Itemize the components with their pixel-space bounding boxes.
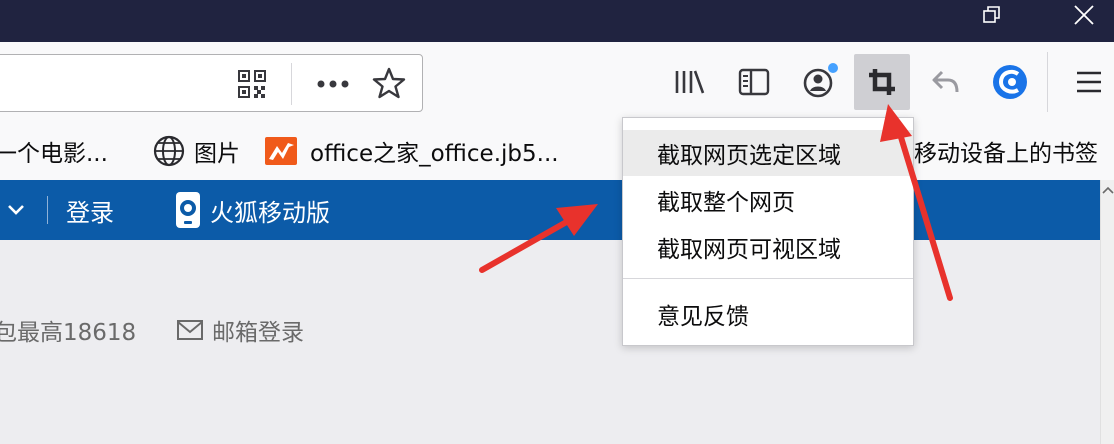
- star-icon[interactable]: [371, 65, 407, 101]
- menu-item-label: 截取网页选定区域: [657, 143, 841, 169]
- mail-login-link[interactable]: 邮箱登录: [176, 313, 304, 347]
- back-arrow-icon[interactable]: [926, 64, 966, 100]
- bookmarks-toolbar: 一个电影... 图片 office之家_office.jb5... 移动设备上的…: [0, 122, 1114, 180]
- bookmark-item-mobile[interactable]: 移动设备上的书签: [914, 122, 1098, 180]
- window-titlebar: [0, 0, 1114, 42]
- bookmark-label: 一个电影...: [0, 141, 108, 167]
- page-content: 包最高18618 邮箱登录: [0, 240, 1100, 444]
- page-blue-nav: 登录 火狐移动版: [0, 180, 1100, 240]
- bluebar-divider: [47, 196, 48, 224]
- vertical-scrollbar[interactable]: [1100, 180, 1114, 444]
- qr-code-icon[interactable]: [235, 67, 269, 101]
- extension-icon[interactable]: [990, 62, 1030, 102]
- chevron-down-icon[interactable]: [6, 180, 26, 240]
- menu-item-label: 意见反馈: [657, 304, 749, 330]
- bookmark-label: office之家_office.jb5...: [310, 141, 559, 167]
- menu-item-label: 截取网页可视区域: [657, 237, 841, 263]
- promo-label: 包最高18618: [0, 320, 137, 346]
- close-icon[interactable]: [1054, 0, 1114, 30]
- screenshot-menu: 截取网页选定区域 截取整个网页 截取网页可视区域 意见反馈: [622, 117, 914, 346]
- menu-item-capture-full-page[interactable]: 截取整个网页: [623, 177, 913, 223]
- navigation-toolbar: [0, 42, 1114, 122]
- firefox-mobile-label: 火狐移动版: [210, 198, 330, 227]
- login-label: 登录: [66, 198, 114, 227]
- toolbar-divider: [1047, 52, 1048, 112]
- scroll-up-icon[interactable]: [1101, 186, 1114, 200]
- firefox-mobile-link[interactable]: 火狐移动版: [174, 180, 330, 240]
- bookmark-item-images[interactable]: 图片: [152, 122, 240, 180]
- menu-item-feedback[interactable]: 意见反馈: [623, 291, 913, 337]
- menu-icon[interactable]: [1072, 66, 1106, 98]
- account-icon[interactable]: [800, 62, 840, 102]
- bookmark-label: 图片: [194, 141, 240, 167]
- bookmark-label: 移动设备上的书签: [914, 141, 1098, 167]
- sidebar-icon[interactable]: [736, 64, 772, 100]
- bookmark-item-office[interactable]: office之家_office.jb5...: [264, 122, 559, 180]
- menu-item-label: 截取整个网页: [657, 190, 795, 216]
- office-icon: [265, 137, 297, 165]
- mail-icon: [177, 320, 203, 340]
- more-icon[interactable]: [313, 67, 353, 101]
- bookmark-item-movie[interactable]: 一个电影...: [0, 122, 108, 180]
- menu-item-capture-visible[interactable]: 截取网页可视区域: [623, 224, 913, 270]
- library-icon[interactable]: [672, 64, 708, 100]
- mobile-phone-icon: [176, 192, 200, 228]
- restore-icon[interactable]: [962, 0, 1022, 30]
- urlbar-divider: [291, 63, 292, 105]
- login-link[interactable]: 登录: [66, 180, 114, 240]
- menu-item-capture-selection[interactable]: 截取网页选定区域: [623, 130, 913, 176]
- menu-separator: [623, 278, 913, 279]
- mail-login-label: 邮箱登录: [212, 320, 304, 346]
- screenshot-crop-icon[interactable]: [854, 54, 910, 110]
- promo-text: 包最高18618: [0, 313, 136, 347]
- globe-icon: [153, 135, 185, 167]
- url-bar[interactable]: [0, 54, 423, 112]
